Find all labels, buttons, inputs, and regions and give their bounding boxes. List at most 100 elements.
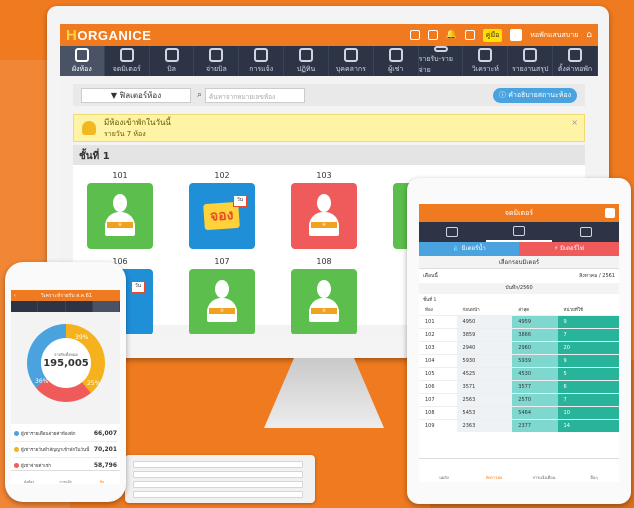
nav-room-map[interactable]: แผลัง <box>419 459 469 482</box>
nav-settings[interactable]: ตั้งค่าหอพัก <box>553 46 598 76</box>
bell-icon <box>82 121 96 135</box>
nav-calendar[interactable]: ปฏิทิน <box>284 46 329 76</box>
nav-notify[interactable]: การแจ้ง <box>47 471 83 484</box>
tab-bill[interactable] <box>552 222 619 242</box>
latest-input[interactable]: 3866 <box>512 327 558 341</box>
home-icon[interactable]: ⌂ <box>586 30 592 40</box>
tenant-icon: H <box>207 280 237 324</box>
nav-more[interactable]: อื่นๆ <box>569 459 619 482</box>
nav-pay[interactable]: จ่ายบิล <box>194 46 240 76</box>
tab-building[interactable] <box>419 222 486 242</box>
wallet-icon <box>433 46 448 52</box>
grid-icon <box>74 47 89 62</box>
latest-input[interactable]: 2570 <box>512 392 558 406</box>
latest-input[interactable]: 2960 <box>512 340 558 354</box>
card-icon[interactable] <box>427 30 438 40</box>
calendar-icon <box>299 47 314 62</box>
nav-notify[interactable]: การแจ้งเตือน <box>519 459 569 482</box>
avatar[interactable] <box>605 208 615 218</box>
tab-meter[interactable] <box>485 222 553 242</box>
total-label: รายรับทั้งหมด <box>54 352 78 357</box>
help-button[interactable]: คู่มือ <box>482 28 503 42</box>
room-card[interactable]: 102 จอง วัน <box>189 171 255 249</box>
nav-meter[interactable]: จดมิเตอร์ <box>105 46 150 76</box>
keyboard <box>125 455 315 503</box>
status-legend-button[interactable]: ⓘ คำอธิบายสถานะห้อง <box>492 87 577 103</box>
col-room: ห้อง <box>425 308 433 314</box>
nav-analyze[interactable]: วิเคราะห์ <box>463 46 509 76</box>
tablet-screen: จดมิเตอร์ 💧 มิเตอร์น้ำ ⚡ มิเตอร์ไฟ เลือก… <box>419 204 619 482</box>
monitor-stand <box>264 358 384 428</box>
room-number: 101 <box>112 171 128 180</box>
room-tile[interactable]: จอง วัน <box>189 183 255 249</box>
tablet-bottom-nav: แผลัง จัดการหอ การแจ้งเตือน อื่นๆ <box>419 458 619 482</box>
main-nav: ผังห้อง จดมิเตอร์ บิล จ่ายบิล การแจ้ง ปฏ… <box>60 46 598 76</box>
phone-device: ‹ วิเคราะห์รายรับ ส.ค.61 รายรับทั้งหมด 1… <box>5 262 126 502</box>
latest-input[interactable]: 5464 <box>512 405 558 419</box>
app-logo[interactable]: HORGANICE <box>66 27 151 44</box>
nav-staff[interactable]: บุคคลากร <box>329 46 374 76</box>
tab-income[interactable] <box>92 301 120 312</box>
save-button[interactable]: บันทึก/2560 <box>419 283 619 294</box>
nav-notify[interactable]: การแจ้ง <box>239 46 285 76</box>
alert-title[interactable]: มีห้องเข้าพักในวันนี้ <box>104 116 171 129</box>
bell-icon[interactable]: 🔔 <box>446 30 457 40</box>
donut-chart: รายรับทั้งหมด 195,005 <box>27 324 105 402</box>
tablet-tabs <box>419 222 619 242</box>
tablet-title: จดมิเตอร์ <box>504 208 534 217</box>
nav-room-map[interactable]: ผังห้อง <box>11 471 47 484</box>
nav-bill[interactable]: บิล <box>150 46 195 76</box>
nav-room-map[interactable]: ผังห้อง <box>60 46 105 76</box>
close-icon[interactable]: × <box>571 118 578 127</box>
table-row: 102 3859 3866 7 <box>419 327 619 341</box>
latest-input[interactable]: 2377 <box>512 418 558 432</box>
top-bar: HORGANICE 🔔 คู่มือ หอพักแสนสบาย ⌂ <box>60 24 598 46</box>
tenant-icon <box>388 47 403 62</box>
chart-icon <box>478 47 493 62</box>
room-number: 107 <box>214 257 230 266</box>
room-tile[interactable]: H <box>189 269 255 334</box>
income-legend: ผู้เช่ารายเดือนจ่ายค่าห้องพัก 66,007 ผู้เ… <box>11 424 120 476</box>
room-card[interactable]: 107 H <box>189 257 255 334</box>
table-row: 103 2940 2960 20 <box>419 340 619 354</box>
table-row: 109 2363 2377 14 <box>419 418 619 432</box>
latest-input[interactable]: 4959 <box>512 314 558 328</box>
latest-input[interactable]: 4530 <box>512 366 558 380</box>
col-latest: ล่าสุด <box>518 308 530 314</box>
nav-manage[interactable]: จัดการหอ <box>469 459 519 482</box>
nav-bill[interactable]: บิล <box>84 471 120 484</box>
bill-icon <box>164 47 179 62</box>
phone-tabs <box>11 301 120 312</box>
building-icon <box>446 227 459 237</box>
gear-icon <box>568 47 583 62</box>
room-filter-button[interactable]: ▼ ฟิลเตอร์ห้อง <box>81 87 191 103</box>
cash-icon <box>209 47 224 62</box>
staff-icon <box>343 47 358 62</box>
tab-other[interactable] <box>66 301 93 312</box>
water-meter-tab[interactable]: 💧 มิเตอร์น้ำ <box>419 242 519 256</box>
search-input[interactable]: ค้นหาจากหมายเลขห้อง <box>205 87 306 103</box>
room-card[interactable]: 103 H <box>291 171 357 249</box>
room-card[interactable]: 108 H <box>291 257 357 334</box>
tab-electric[interactable] <box>38 301 66 312</box>
latest-input[interactable]: 5939 <box>512 353 558 367</box>
nav-income[interactable]: รายรับ-รายจ่าย <box>419 46 464 76</box>
meter-type-tabs: 💧 มิเตอร์น้ำ ⚡ มิเตอร์ไฟ <box>419 242 619 256</box>
room-card[interactable]: 101 H <box>87 171 153 249</box>
bed-icon[interactable] <box>409 30 420 40</box>
table-row: 107 2563 2570 7 <box>419 392 619 406</box>
room-number: 103 <box>316 171 332 180</box>
room-tile[interactable]: H <box>291 269 357 334</box>
nav-report[interactable]: รายงานสรุป <box>508 46 554 76</box>
report-icon <box>523 47 538 62</box>
latest-input[interactable]: 3577 <box>512 379 558 393</box>
month-selector[interactable]: เดือนนี้ สิงหาคม / 2561 <box>419 269 619 283</box>
avatar[interactable] <box>510 29 523 41</box>
tab-water[interactable] <box>11 301 39 312</box>
room-tile[interactable]: H <box>87 183 153 249</box>
user-name[interactable]: หอพักแสนสบาย <box>530 30 578 41</box>
nav-tenant[interactable]: ผู้เช่า <box>374 46 419 76</box>
room-tile[interactable]: H <box>291 183 357 249</box>
electric-meter-tab[interactable]: ⚡ มิเตอร์ไฟ <box>519 242 619 256</box>
door-icon[interactable] <box>464 30 475 40</box>
